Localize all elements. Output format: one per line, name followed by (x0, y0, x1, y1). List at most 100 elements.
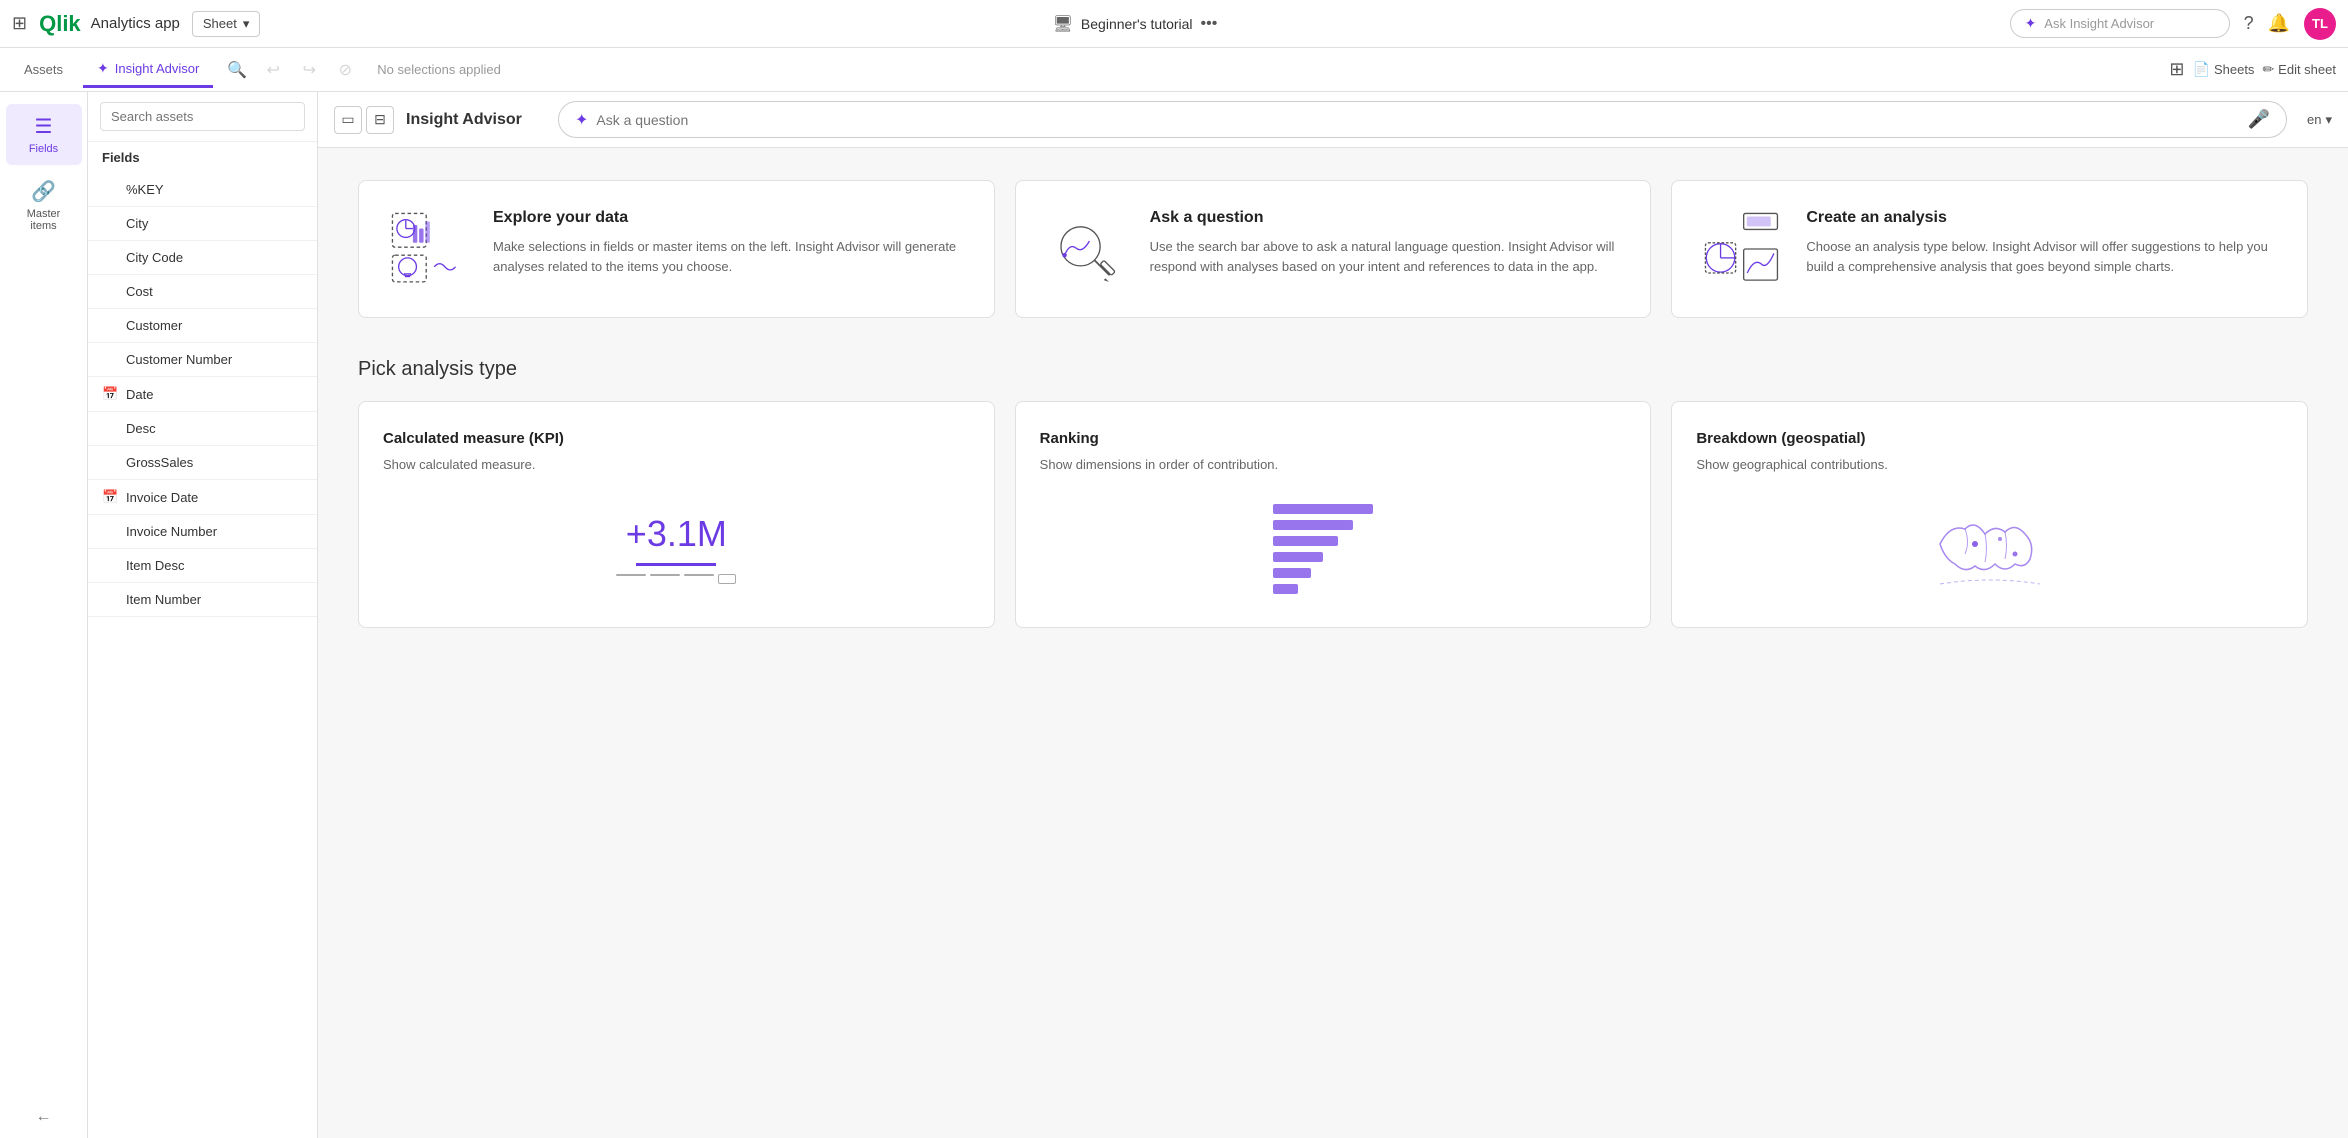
nav-right: ✦ Ask Insight Advisor ? 🔔 TL (2010, 8, 2336, 40)
assets-label: Assets (24, 62, 63, 77)
search-action-icon[interactable]: 🔍 (221, 54, 253, 86)
ask-advisor-input[interactable]: ✦ Ask Insight Advisor (2010, 9, 2230, 38)
geo-analysis-card[interactable]: Breakdown (geospatial) Show geographical… (1671, 401, 2308, 628)
chevron-down-icon: ▾ (2325, 112, 2332, 128)
explore-card: Explore your data Make selections in fie… (358, 180, 995, 318)
help-icon[interactable]: ? (2244, 13, 2254, 34)
action-icons: 🔍 ↩ ↪ ⊘ (221, 54, 361, 86)
kpi-value: +3.1M (616, 513, 736, 555)
left-panel: ☰ Fields 🔗 Master items ← (0, 92, 88, 1138)
field-item-desc[interactable]: Desc (88, 412, 317, 446)
nav-center: 🖥 Beginner's tutorial ••• (272, 14, 1997, 34)
collapse-panel-button[interactable]: ← (24, 1096, 64, 1138)
main-layout: ☰ Fields 🔗 Master items ← Fields %KEY Ci… (0, 92, 2348, 1138)
ranking-card-desc: Show dimensions in order of contribution… (1040, 455, 1627, 475)
ranking-analysis-card[interactable]: Ranking Show dimensions in order of cont… (1015, 401, 1652, 628)
create-card-title: Create an analysis (1806, 209, 2283, 227)
ask-advisor-placeholder: Ask Insight Advisor (2044, 16, 2154, 31)
sheet-dropdown[interactable]: Sheet ▾ (192, 11, 261, 37)
geo-card-title: Breakdown (geospatial) (1696, 430, 2283, 447)
sheets-label: Sheets (2214, 62, 2254, 77)
edit-sheet-label: Edit sheet (2278, 62, 2336, 77)
create-card-text: Create an analysis Choose an analysis ty… (1806, 209, 2283, 276)
explore-card-title: Explore your data (493, 209, 970, 227)
ia-search-bar[interactable]: ✦ 🎤 (558, 101, 2287, 138)
fields-panel-tab[interactable]: ☰ Fields (6, 104, 82, 165)
explore-card-desc: Make selections in fields or master item… (493, 237, 970, 276)
ask-card-icon (1040, 209, 1130, 289)
field-item-percentkey[interactable]: %KEY (88, 173, 317, 207)
ask-card: Ask a question Use the search bar above … (1015, 180, 1652, 318)
fields-panel: Fields %KEY City City Code Cost Customer (88, 92, 318, 1138)
field-item-date[interactable]: 📅 Date (88, 377, 317, 412)
ia-header: ▭ ⊟ Insight Advisor ✦ 🎤 en ▾ (318, 92, 2348, 148)
ranking-card-title: Ranking (1040, 430, 1627, 447)
explore-card-text: Explore your data Make selections in fie… (493, 209, 970, 276)
single-view-button[interactable]: ▭ (334, 106, 362, 134)
assets-tab[interactable]: Assets (12, 54, 75, 85)
selection-text: No selections applied (377, 62, 501, 77)
field-item-invoicedate[interactable]: 📅 Invoice Date (88, 480, 317, 515)
avatar[interactable]: TL (2304, 8, 2336, 40)
field-item-customernumber[interactable]: Customer Number (88, 343, 317, 377)
analysis-cards: Calculated measure (KPI) Show calculated… (358, 401, 2308, 628)
calendar-icon: 📅 (102, 386, 118, 402)
master-items-tab-label: Master items (14, 208, 74, 232)
insight-tab-icon: ✦ (97, 60, 109, 77)
analysis-section-title: Pick analysis type (358, 358, 2308, 381)
analysis-section: Pick analysis type Calculated measure (K… (358, 358, 2308, 628)
create-card-icon (1696, 209, 1786, 289)
insight-tab-label: Insight Advisor (115, 61, 200, 76)
back-action-icon[interactable]: ↩ (257, 54, 289, 86)
clear-action-icon[interactable]: ⊘ (329, 54, 361, 86)
ia-title: Insight Advisor (406, 111, 546, 129)
view-toggle: ▭ ⊟ (334, 106, 394, 134)
geo-card-desc: Show geographical contributions. (1696, 455, 2283, 475)
search-assets-input[interactable] (100, 102, 305, 131)
language-selector[interactable]: en ▾ (2307, 112, 2332, 128)
insight-advisor-tab[interactable]: ✦ Insight Advisor (83, 52, 213, 88)
grid-view-button[interactable]: ⊟ (366, 106, 394, 134)
microphone-icon[interactable]: 🎤 (2248, 109, 2270, 130)
monitor-icon: 🖥 (1053, 14, 1073, 34)
field-item-itemnumber[interactable]: Item Number (88, 583, 317, 617)
grid-icon[interactable]: ⊞ (12, 13, 27, 34)
explore-card-icon (383, 209, 473, 289)
sheets-button[interactable]: 📄 Sheets (2193, 61, 2255, 78)
star-icon: ✦ (2025, 15, 2037, 32)
ask-card-desc: Use the search bar above to ask a natura… (1150, 237, 1627, 276)
sheets-icon: 📄 (2193, 61, 2210, 78)
ia-question-input[interactable] (596, 112, 2239, 128)
field-item-invoicenumber[interactable]: Invoice Number (88, 515, 317, 549)
ask-card-text: Ask a question Use the search bar above … (1150, 209, 1627, 276)
create-card: Create an analysis Choose an analysis ty… (1671, 180, 2308, 318)
tutorial-button[interactable]: Beginner's tutorial (1081, 16, 1193, 32)
bell-icon[interactable]: 🔔 (2268, 13, 2290, 34)
kpi-card-desc: Show calculated measure. (383, 455, 970, 475)
more-button[interactable]: ••• (1201, 15, 1218, 33)
kpi-bar (636, 563, 716, 566)
qlik-logo: Qlik (39, 11, 81, 37)
edit-sheet-button[interactable]: ✏ Edit sheet (2262, 61, 2336, 78)
field-item-citycode[interactable]: City Code (88, 241, 317, 275)
field-item-itemdesc[interactable]: Item Desc (88, 549, 317, 583)
field-item-customer[interactable]: Customer (88, 309, 317, 343)
forward-action-icon[interactable]: ↪ (293, 54, 325, 86)
kpi-dots (616, 574, 736, 584)
fields-icon: ☰ (35, 114, 53, 139)
edit-icon: ✏ (2262, 61, 2274, 78)
link-icon: 🔗 (31, 179, 56, 204)
logo: Qlik Analytics app (39, 11, 180, 37)
field-item-city[interactable]: City (88, 207, 317, 241)
field-item-grosssales[interactable]: GrossSales (88, 446, 317, 480)
geo-visual (1696, 499, 2283, 599)
app-title: Analytics app (91, 15, 180, 32)
kpi-analysis-card[interactable]: Calculated measure (KPI) Show calculated… (358, 401, 995, 628)
field-item-cost[interactable]: Cost (88, 275, 317, 309)
kpi-card-title: Calculated measure (KPI) (383, 430, 970, 447)
calendar-icon: 📅 (102, 489, 118, 505)
grid-view-icon[interactable]: ⊞ (2169, 59, 2184, 80)
master-items-panel-tab[interactable]: 🔗 Master items (6, 169, 82, 242)
ia-search-star-icon: ✦ (575, 110, 588, 130)
sheet-label: Sheet (203, 16, 237, 31)
